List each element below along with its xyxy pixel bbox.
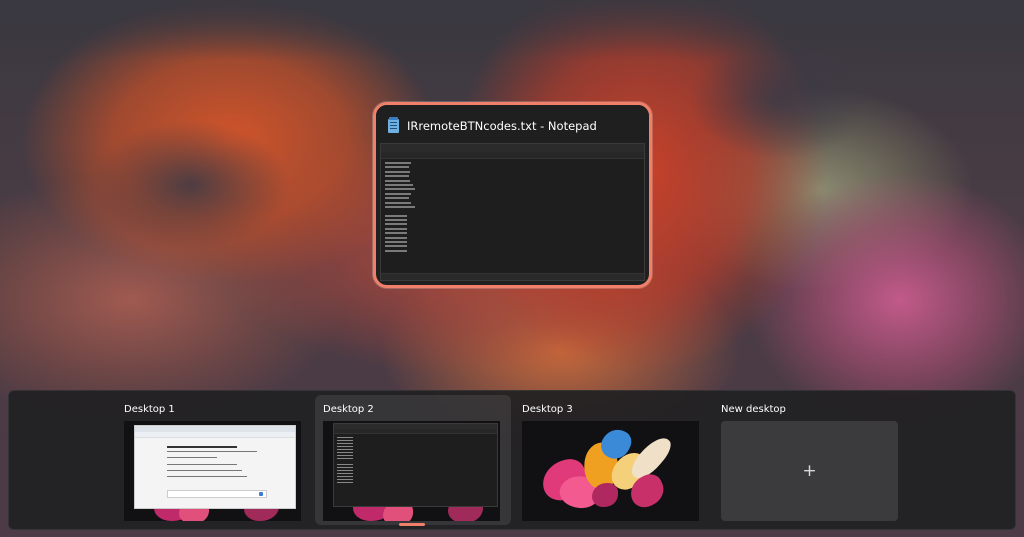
new-desktop-button[interactable]: + [721,421,898,521]
desktop-2-thumbnail[interactable] [323,421,500,521]
desktop-label: Desktop 3 [522,404,573,415]
window-thumbnail-notepad[interactable]: IRremoteBTNcodes.txt - Notepad [373,102,652,288]
desktop-3[interactable]: Desktop 3 [514,395,710,525]
desktop-1-thumbnail[interactable] [124,421,301,521]
notepad-icon [388,117,399,133]
window-titlebar: IRremoteBTNcodes.txt - Notepad [376,105,649,147]
active-desktop-indicator [399,523,425,526]
window-preview [380,143,645,281]
desktop-2[interactable]: Desktop 2 [315,395,511,526]
desktop-3-thumbnail[interactable] [522,421,699,521]
desktop-label: Desktop 1 [124,404,175,415]
virtual-desktops-bar: Desktop 1 Desktop 2 Desktop 3 New deskto… [8,390,1016,530]
desktop-label: Desktop 2 [323,404,374,415]
new-desktop-label: New desktop [721,404,786,415]
plus-icon: + [802,461,817,481]
notepad-text-lines [385,162,415,254]
window-title: IRremoteBTNcodes.txt - Notepad [407,119,597,133]
new-desktop[interactable]: New desktop + [713,395,909,525]
desktop-1[interactable]: Desktop 1 [116,395,312,525]
